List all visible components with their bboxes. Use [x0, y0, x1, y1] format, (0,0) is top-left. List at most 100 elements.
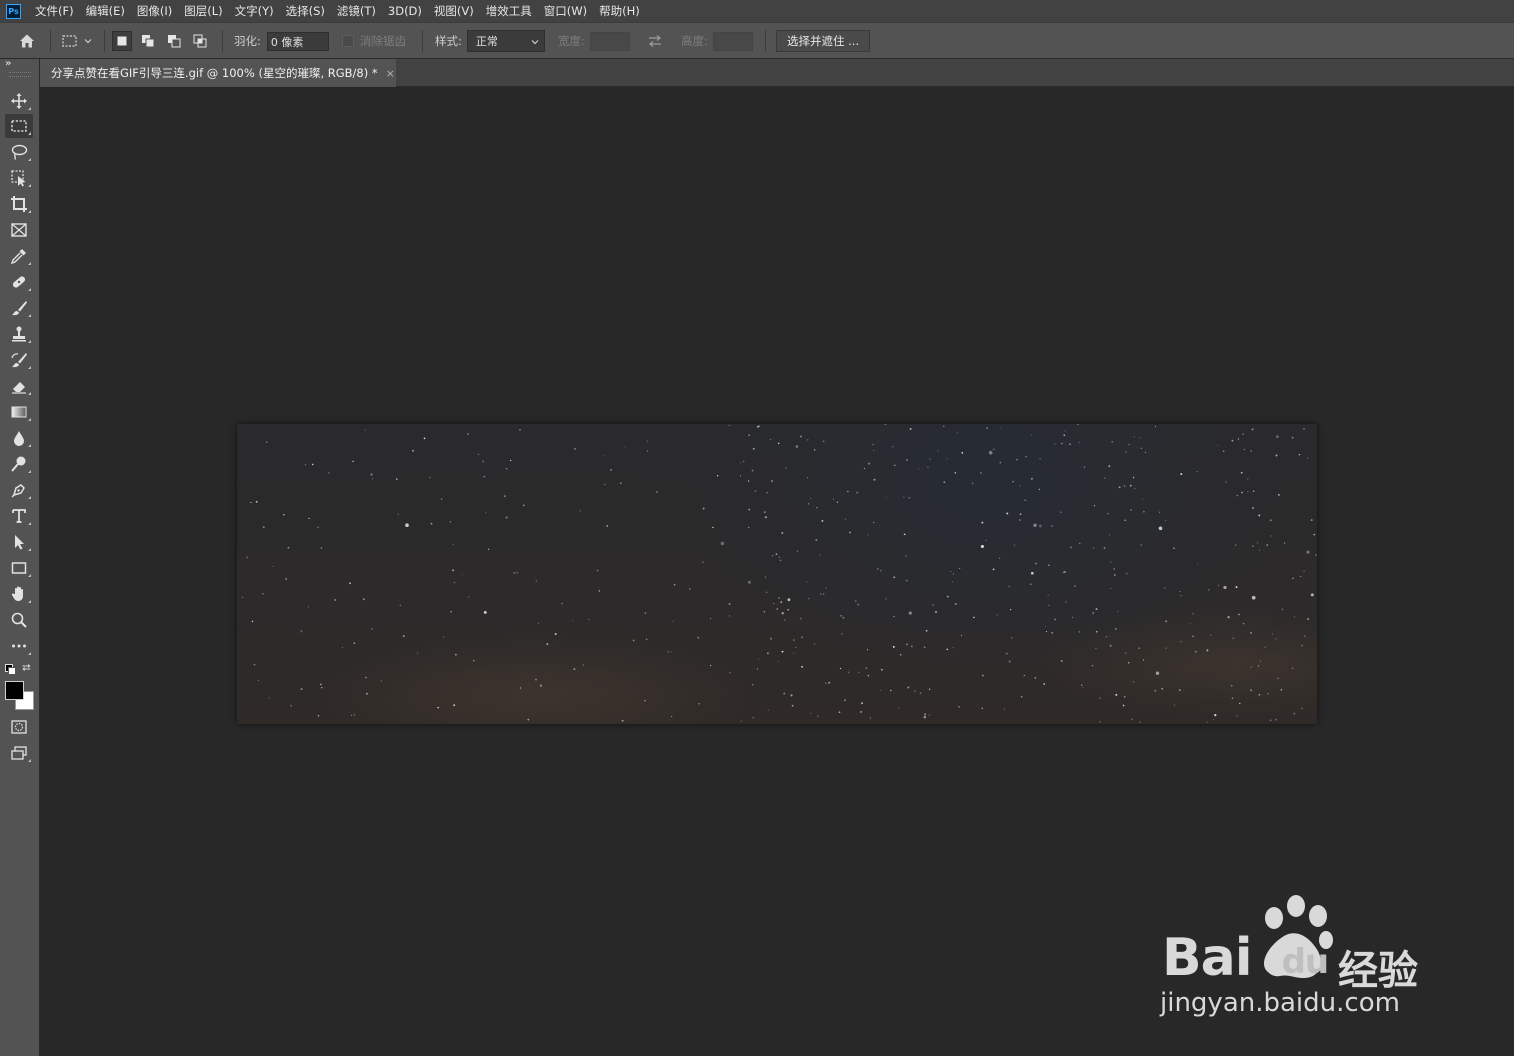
panel-grip[interactable] — [9, 72, 31, 77]
dodge-tool[interactable] — [5, 452, 33, 476]
star — [1128, 444, 1130, 446]
star — [621, 719, 624, 722]
gradient-tool[interactable] — [5, 400, 33, 424]
new-selection-button[interactable] — [112, 31, 132, 51]
tool-preset-picker[interactable] — [60, 23, 93, 59]
star — [840, 615, 842, 617]
star — [272, 565, 274, 567]
screen-mode-button[interactable] — [5, 741, 33, 765]
menu-file[interactable]: 文件(F) — [29, 0, 80, 22]
star — [1209, 634, 1212, 637]
star — [1079, 542, 1081, 545]
star — [929, 458, 931, 460]
width-input[interactable] — [589, 31, 630, 51]
object-selection-tool[interactable] — [5, 166, 33, 190]
subtract-from-selection-button[interactable] — [164, 31, 184, 51]
menu-filter[interactable]: 滤镜(T) — [331, 0, 382, 22]
menu-view[interactable]: 视图(V) — [428, 0, 480, 22]
add-selection-icon — [142, 35, 155, 48]
star — [998, 557, 1001, 559]
star — [1111, 440, 1114, 443]
star — [540, 684, 542, 687]
document-canvas-starry-sky-image[interactable] — [237, 424, 1317, 724]
star — [1023, 674, 1025, 676]
star — [880, 570, 882, 572]
star — [1258, 693, 1261, 696]
menu-layer[interactable]: 图层(L) — [178, 0, 228, 22]
star — [697, 636, 700, 639]
menu-select[interactable]: 选择(S) — [280, 0, 331, 22]
height-input[interactable] — [712, 31, 753, 51]
path-selection-tool[interactable] — [5, 530, 33, 554]
star — [1091, 665, 1094, 667]
rectangle-tool[interactable] — [5, 556, 33, 580]
star — [1095, 647, 1097, 650]
star — [1082, 686, 1084, 689]
star — [776, 608, 779, 610]
lasso-tool[interactable] — [5, 140, 33, 164]
star — [950, 570, 952, 572]
width-label: 宽度: — [558, 34, 585, 48]
style-dropdown[interactable]: 正常 — [466, 30, 545, 52]
rectangular-marquee-tool[interactable] — [5, 114, 33, 138]
close-icon[interactable]: × — [386, 67, 395, 80]
clone-stamp-tool[interactable] — [5, 322, 33, 346]
lasso-icon — [11, 144, 28, 160]
default-colors-icon[interactable] — [5, 664, 16, 675]
photoshop-logo-icon[interactable]: Ps — [6, 3, 21, 19]
star — [1019, 519, 1021, 521]
star — [467, 433, 469, 435]
menu-3d[interactable]: 3D(D) — [382, 0, 428, 22]
star — [241, 596, 244, 598]
intersect-selection-button[interactable] — [190, 31, 210, 51]
menu-type[interactable]: 文字(Y) — [229, 0, 280, 22]
home-button[interactable] — [18, 23, 36, 59]
menu-help[interactable]: 帮助(H) — [593, 0, 646, 22]
antialias-checkbox[interactable] — [342, 35, 354, 47]
move-tool[interactable] — [5, 89, 33, 113]
star — [919, 692, 922, 694]
eraser-tool[interactable] — [5, 374, 33, 398]
more-tools-button[interactable] — [5, 634, 33, 658]
star — [1194, 650, 1197, 653]
swap-colors-icon[interactable]: ⮂ — [22, 661, 31, 675]
blur-tool[interactable] — [5, 426, 33, 450]
hand-tool[interactable] — [5, 582, 33, 606]
star — [805, 581, 808, 583]
frame-icon — [11, 223, 27, 237]
star — [371, 628, 373, 630]
menu-window[interactable]: 窗口(W) — [538, 0, 593, 22]
menu-plugins[interactable]: 增效工具 — [480, 0, 538, 22]
star — [1231, 697, 1234, 700]
eyedropper-tool[interactable] — [5, 244, 33, 268]
quick-mask-button[interactable] — [5, 715, 33, 739]
pen-tool[interactable] — [5, 478, 33, 502]
star — [1030, 571, 1034, 575]
star — [1234, 544, 1237, 546]
star — [1237, 438, 1240, 440]
healing-brush-tool[interactable] — [5, 270, 33, 294]
star — [854, 600, 857, 602]
star — [1074, 585, 1076, 587]
star — [806, 477, 809, 479]
menu-image[interactable]: 图像(I) — [131, 0, 178, 22]
frame-tool[interactable] — [5, 218, 33, 242]
star — [825, 682, 827, 684]
crop-tool[interactable] — [5, 192, 33, 216]
feather-input[interactable]: 0 像素 — [266, 31, 329, 51]
zoom-tool[interactable] — [5, 608, 33, 632]
document-tab[interactable]: 分享点赞在看GIF引导三连.gif @ 100% (星空的璀璨, RGB/8) … — [40, 59, 396, 87]
panel-collapse-icon[interactable]: » — [5, 58, 11, 69]
brush-tool[interactable] — [5, 296, 33, 320]
add-to-selection-button[interactable] — [138, 31, 158, 51]
star — [1227, 615, 1230, 619]
swap-width-height-button[interactable] — [647, 23, 663, 59]
type-tool[interactable] — [5, 504, 33, 528]
history-brush-tool[interactable] — [5, 348, 33, 372]
select-and-mask-button[interactable]: 选择并遮住 ... — [776, 30, 871, 52]
menu-edit[interactable]: 编辑(E) — [80, 0, 131, 22]
star — [1247, 491, 1249, 493]
star — [1154, 426, 1157, 428]
star — [1278, 494, 1280, 496]
foreground-color-swatch[interactable] — [5, 681, 24, 700]
